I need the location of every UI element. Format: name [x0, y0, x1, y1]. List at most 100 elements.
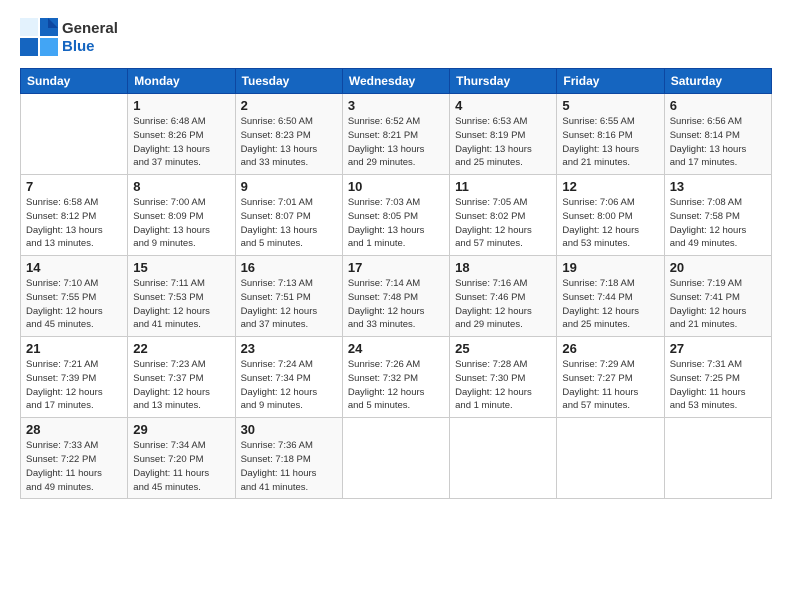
calendar-cell: 2 Sunrise: 6:50 AMSunset: 8:23 PMDaylight… [235, 94, 342, 175]
day-info: Sunrise: 7:16 AMSunset: 7:46 PMDaylight:… [455, 277, 551, 332]
calendar-cell [557, 418, 664, 499]
calendar-cell [664, 418, 771, 499]
day-info: Sunrise: 7:19 AMSunset: 7:41 PMDaylight:… [670, 277, 766, 332]
calendar-header-row: SundayMondayTuesdayWednesdayThursdayFrid… [21, 69, 772, 94]
day-number: 15 [133, 260, 229, 275]
day-info: Sunrise: 7:26 AMSunset: 7:32 PMDaylight:… [348, 358, 444, 413]
calendar-cell: 16 Sunrise: 7:13 AMSunset: 7:51 PMDayligh… [235, 256, 342, 337]
day-number: 17 [348, 260, 444, 275]
calendar-cell: 6 Sunrise: 6:56 AMSunset: 8:14 PMDaylight… [664, 94, 771, 175]
day-info: Sunrise: 6:52 AMSunset: 8:21 PMDaylight:… [348, 115, 444, 170]
day-number: 11 [455, 179, 551, 194]
calendar-cell [21, 94, 128, 175]
col-header-wednesday: Wednesday [342, 69, 449, 94]
day-number: 16 [241, 260, 337, 275]
day-number: 18 [455, 260, 551, 275]
day-number: 10 [348, 179, 444, 194]
week-row-5: 28 Sunrise: 7:33 AMSunset: 7:22 PMDayligh… [21, 418, 772, 499]
day-number: 14 [26, 260, 122, 275]
day-info: Sunrise: 7:05 AMSunset: 8:02 PMDaylight:… [455, 196, 551, 251]
day-info: Sunrise: 7:29 AMSunset: 7:27 PMDaylight:… [562, 358, 658, 413]
calendar-cell: 25 Sunrise: 7:28 AMSunset: 7:30 PMDayligh… [450, 337, 557, 418]
calendar-table: SundayMondayTuesdayWednesdayThursdayFrid… [20, 68, 772, 499]
calendar-cell: 18 Sunrise: 7:16 AMSunset: 7:46 PMDayligh… [450, 256, 557, 337]
day-info: Sunrise: 7:08 AMSunset: 7:58 PMDaylight:… [670, 196, 766, 251]
day-number: 3 [348, 98, 444, 113]
logo-general: General [62, 20, 118, 38]
day-number: 29 [133, 422, 229, 437]
day-number: 19 [562, 260, 658, 275]
calendar-cell: 23 Sunrise: 7:24 AMSunset: 7:34 PMDayligh… [235, 337, 342, 418]
calendar-cell: 7Sunrise: 6:58 AMSunset: 8:12 PMDaylight… [21, 175, 128, 256]
day-number: 12 [562, 179, 658, 194]
day-number: 25 [455, 341, 551, 356]
calendar-cell: 4 Sunrise: 6:53 AMSunset: 8:19 PMDaylight… [450, 94, 557, 175]
day-info: Sunrise: 7:03 AMSunset: 8:05 PMDaylight:… [348, 196, 444, 251]
day-info: Sunrise: 6:48 AMSunset: 8:26 PMDaylight:… [133, 115, 229, 170]
day-number: 20 [670, 260, 766, 275]
week-row-1: 1Sunrise: 6:48 AMSunset: 8:26 PMDaylight… [21, 94, 772, 175]
col-header-thursday: Thursday [450, 69, 557, 94]
calendar-cell: 19 Sunrise: 7:18 AMSunset: 7:44 PMDayligh… [557, 256, 664, 337]
day-info: Sunrise: 7:00 AMSunset: 8:09 PMDaylight:… [133, 196, 229, 251]
calendar-cell: 22Sunrise: 7:23 AMSunset: 7:37 PMDayligh… [128, 337, 235, 418]
logo-blue: Blue [62, 38, 118, 56]
calendar-cell: 29 Sunrise: 7:34 AMSunset: 7:20 PMDayligh… [128, 418, 235, 499]
day-info: Sunrise: 6:55 AMSunset: 8:16 PMDaylight:… [562, 115, 658, 170]
calendar-cell: 5 Sunrise: 6:55 AMSunset: 8:16 PMDaylight… [557, 94, 664, 175]
page-header: GeneralBlue [20, 18, 772, 58]
day-number: 6 [670, 98, 766, 113]
week-row-2: 7Sunrise: 6:58 AMSunset: 8:12 PMDaylight… [21, 175, 772, 256]
calendar-cell: 30Sunrise: 7:36 AMSunset: 7:18 PMDayligh… [235, 418, 342, 499]
day-info: Sunrise: 7:36 AMSunset: 7:18 PMDaylight:… [241, 439, 337, 494]
logo: GeneralBlue [20, 18, 118, 58]
day-number: 28 [26, 422, 122, 437]
col-header-friday: Friday [557, 69, 664, 94]
calendar-cell: 10 Sunrise: 7:03 AMSunset: 8:05 PMDayligh… [342, 175, 449, 256]
day-info: Sunrise: 7:18 AMSunset: 7:44 PMDaylight:… [562, 277, 658, 332]
day-number: 24 [348, 341, 444, 356]
calendar-cell: 12 Sunrise: 7:06 AMSunset: 8:00 PMDayligh… [557, 175, 664, 256]
calendar-cell: 15 Sunrise: 7:11 AMSunset: 7:53 PMDayligh… [128, 256, 235, 337]
calendar-cell: 9Sunrise: 7:01 AMSunset: 8:07 PMDaylight… [235, 175, 342, 256]
day-info: Sunrise: 6:50 AMSunset: 8:23 PMDaylight:… [241, 115, 337, 170]
day-number: 22 [133, 341, 229, 356]
calendar-cell [450, 418, 557, 499]
day-info: Sunrise: 6:53 AMSunset: 8:19 PMDaylight:… [455, 115, 551, 170]
calendar-cell: 8 Sunrise: 7:00 AMSunset: 8:09 PMDaylight… [128, 175, 235, 256]
day-number: 5 [562, 98, 658, 113]
calendar-cell: 13 Sunrise: 7:08 AMSunset: 7:58 PMDayligh… [664, 175, 771, 256]
calendar-cell: 11 Sunrise: 7:05 AMSunset: 8:02 PMDayligh… [450, 175, 557, 256]
day-number: 8 [133, 179, 229, 194]
calendar-cell [342, 418, 449, 499]
calendar-cell: 17 Sunrise: 7:14 AMSunset: 7:48 PMDayligh… [342, 256, 449, 337]
day-info: Sunrise: 7:28 AMSunset: 7:30 PMDaylight:… [455, 358, 551, 413]
day-info: Sunrise: 6:56 AMSunset: 8:14 PMDaylight:… [670, 115, 766, 170]
col-header-monday: Monday [128, 69, 235, 94]
calendar-cell: 27Sunrise: 7:31 AMSunset: 7:25 PMDayligh… [664, 337, 771, 418]
day-number: 2 [241, 98, 337, 113]
day-number: 21 [26, 341, 122, 356]
day-info: Sunrise: 7:10 AMSunset: 7:55 PMDaylight:… [26, 277, 122, 332]
day-number: 4 [455, 98, 551, 113]
day-number: 23 [241, 341, 337, 356]
day-info: Sunrise: 7:33 AMSunset: 7:22 PMDaylight:… [26, 439, 122, 494]
logo-icon [20, 18, 58, 58]
day-info: Sunrise: 7:13 AMSunset: 7:51 PMDaylight:… [241, 277, 337, 332]
calendar-cell: 26 Sunrise: 7:29 AMSunset: 7:27 PMDayligh… [557, 337, 664, 418]
week-row-3: 14 Sunrise: 7:10 AMSunset: 7:55 PMDayligh… [21, 256, 772, 337]
day-info: Sunrise: 7:01 AMSunset: 8:07 PMDaylight:… [241, 196, 337, 251]
calendar-cell: 28 Sunrise: 7:33 AMSunset: 7:22 PMDayligh… [21, 418, 128, 499]
col-header-sunday: Sunday [21, 69, 128, 94]
day-info: Sunrise: 7:06 AMSunset: 8:00 PMDaylight:… [562, 196, 658, 251]
day-info: Sunrise: 7:34 AMSunset: 7:20 PMDaylight:… [133, 439, 229, 494]
calendar-cell: 20 Sunrise: 7:19 AMSunset: 7:41 PMDayligh… [664, 256, 771, 337]
day-info: Sunrise: 7:14 AMSunset: 7:48 PMDaylight:… [348, 277, 444, 332]
day-number: 26 [562, 341, 658, 356]
day-info: Sunrise: 7:24 AMSunset: 7:34 PMDaylight:… [241, 358, 337, 413]
day-number: 13 [670, 179, 766, 194]
week-row-4: 21Sunrise: 7:21 AMSunset: 7:39 PMDayligh… [21, 337, 772, 418]
calendar-cell: 3 Sunrise: 6:52 AMSunset: 8:21 PMDaylight… [342, 94, 449, 175]
col-header-saturday: Saturday [664, 69, 771, 94]
day-info: Sunrise: 7:11 AMSunset: 7:53 PMDaylight:… [133, 277, 229, 332]
